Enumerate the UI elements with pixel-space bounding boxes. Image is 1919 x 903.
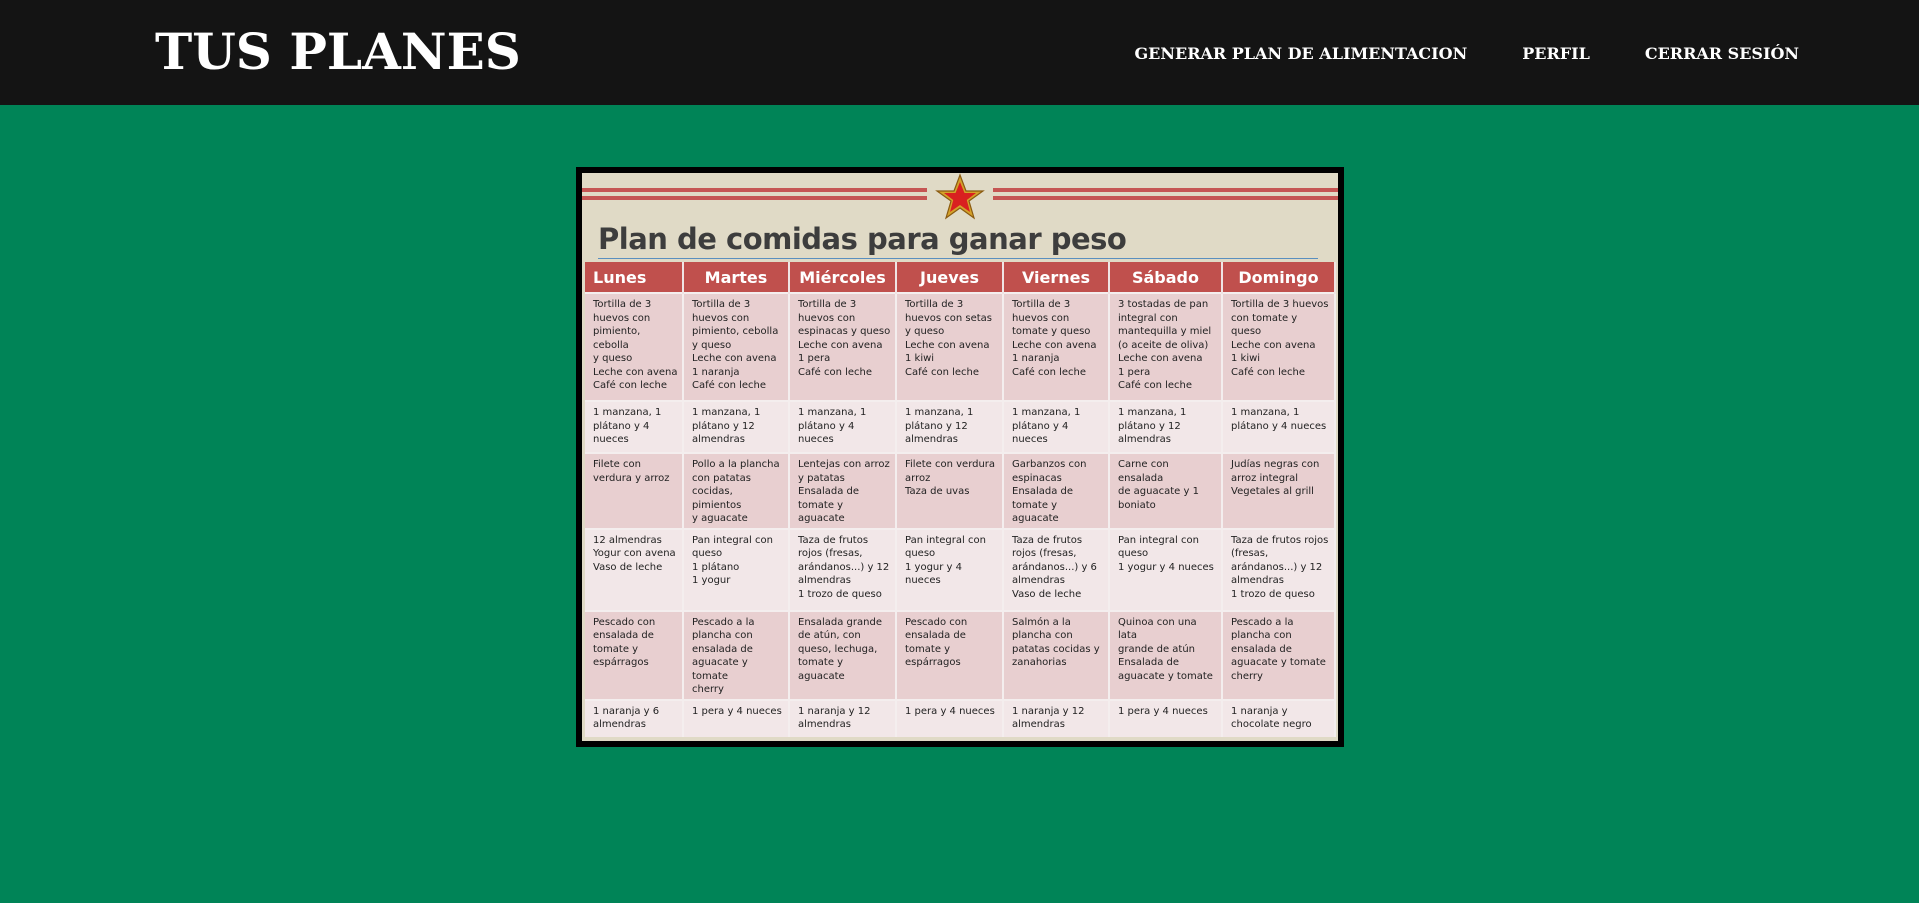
meal-cell: 1 manzana, 1 plátano y 4 nueces [1222,400,1336,453]
meal-cell: Filete con verdura y arroz [585,452,684,529]
meal-row: 1 naranja y 6 almendras 1 pera y 4 nuece… [585,698,1336,737]
day-header: Domingo [1222,262,1336,293]
nav-profile-link[interactable]: PERFIL [1522,40,1590,68]
meal-cell: Tortilla de 3 huevos con tomate y queso … [1222,292,1336,401]
meal-cell: Pan integral con queso 1 yogur y 4 nuece… [1109,527,1223,611]
meal-row: Filete con verdura y arroz Pollo a la pl… [585,452,1336,529]
meal-cell: Tortilla de 3 huevos con pimiento, cebol… [585,292,684,401]
day-header: Viernes [1003,262,1110,293]
meal-cell: Tortilla de 3 huevos con espinacas y que… [789,292,897,401]
meal-plan-image: Plan de comidas para ganar peso Lunes Ma… [582,173,1338,741]
day-header: Jueves [896,262,1004,293]
meal-cell: 1 pera y 4 nueces [896,698,1004,737]
title-underline [598,258,1318,259]
meal-cell: 3 tostadas de pan integral con mantequil… [1109,292,1223,401]
meal-plan-image-frame: Plan de comidas para ganar peso Lunes Ma… [576,167,1344,747]
red-star-icon [935,173,985,220]
nav-links: GENERAR PLAN DE ALIMENTACION PERFIL CERR… [1135,40,1799,68]
meal-cell: Filete con verdura arroz Taza de uvas [896,452,1004,529]
day-header-row: Lunes Martes Miércoles Jueves Viernes Sá… [585,262,1336,293]
meal-cell: Tortilla de 3 huevos con setas y queso L… [896,292,1004,401]
meal-cell: Ensalada grande de atún, con queso, lech… [789,609,897,700]
meal-cell: Pescado con ensalada de tomate y espárra… [896,609,1004,700]
meal-cell: 1 manzana, 1 plátano y 12 almendras [896,400,1004,453]
meal-cell: Tortilla de 3 huevos con tomate y queso … [1003,292,1110,401]
meal-cell: Tortilla de 3 huevos con pimiento, cebol… [683,292,790,401]
meal-row: Tortilla de 3 huevos con pimiento, cebol… [585,292,1336,401]
meal-cell: 1 naranja y chocolate negro [1222,698,1336,737]
meal-cell: Pan integral con queso 1 yogur y 4 nuece… [896,527,1004,611]
meal-cell: 1 pera y 4 nueces [1109,698,1223,737]
nav-logout-link[interactable]: CERRAR SESIÓN [1645,40,1799,68]
day-header: Miércoles [789,262,897,293]
meal-cell: 1 naranja y 12 almendras [1003,698,1110,737]
day-header: Sábado [1109,262,1223,293]
meal-cell: 1 naranja y 6 almendras [585,698,684,737]
meal-row: 12 almendras Yogur con avena Vaso de lec… [585,527,1336,611]
meal-cell: Taza de frutos rojos (fresas, arándanos.… [789,527,897,611]
brand-title[interactable]: TUS PLANES [155,22,521,82]
meal-row: 1 manzana, 1 plátano y 4 nueces 1 manzan… [585,400,1336,453]
meal-cell: Salmón a la plancha con patatas cocidas … [1003,609,1110,700]
meal-cell: 12 almendras Yogur con avena Vaso de lec… [585,527,684,611]
navbar: TUS PLANES GENERAR PLAN DE ALIMENTACION … [0,0,1919,105]
meal-cell: Carne con ensalada de aguacate y 1 bonia… [1109,452,1223,529]
meal-cell: Pescado con ensalada de tomate y espárra… [585,609,684,700]
meal-cell: Judías negras con arroz integral Vegetal… [1222,452,1336,529]
meal-cell: Taza de frutos rojos (fresas, arándanos.… [1222,527,1336,611]
meal-cell: 1 manzana, 1 plátano y 4 nueces [789,400,897,453]
plan-title: Plan de comidas para ganar peso [598,222,1127,256]
meal-cell: Pollo a la plancha con patatas cocidas, … [683,452,790,529]
meal-cell: 1 manzana, 1 plátano y 4 nueces [585,400,684,453]
day-header: Lunes [585,262,684,293]
meal-cell: 1 manzana, 1 plátano y 12 almendras [1109,400,1223,453]
meal-cell: Taza de frutos rojos (fresas, arándanos.… [1003,527,1110,611]
meal-cell: 1 pera y 4 nueces [683,698,790,737]
day-header: Martes [683,262,790,293]
meal-plan-table: Lunes Martes Miércoles Jueves Viernes Sá… [585,262,1336,737]
meal-cell: Pescado a la plancha con ensalada de agu… [1222,609,1336,700]
meal-cell: 1 naranja y 12 almendras [789,698,897,737]
nav-generate-plan-link[interactable]: GENERAR PLAN DE ALIMENTACION [1135,40,1468,68]
meal-cell: Quinoa con una lata grande de atún Ensal… [1109,609,1223,700]
meal-row: Pescado con ensalada de tomate y espárra… [585,609,1336,700]
meal-cell: 1 manzana, 1 plátano y 4 nueces [1003,400,1110,453]
meal-cell: Lentejas con arroz y patatas Ensalada de… [789,452,897,529]
meal-cell: Pescado a la plancha con ensalada de agu… [683,609,790,700]
meal-cell: 1 manzana, 1 plátano y 12 almendras [683,400,790,453]
meal-cell: Garbanzos con espinacas Ensalada de toma… [1003,452,1110,529]
meal-cell: Pan integral con queso 1 plátano 1 yogur [683,527,790,611]
